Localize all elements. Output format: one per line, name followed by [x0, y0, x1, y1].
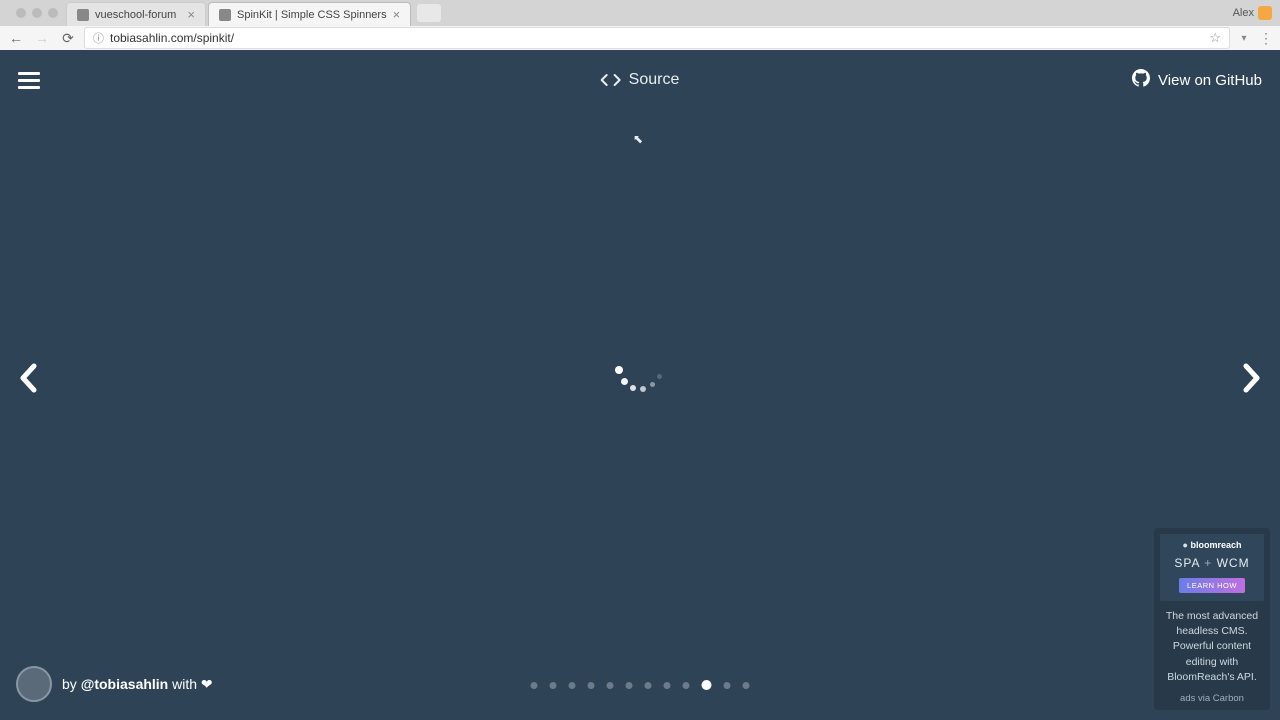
url-input[interactable]: ⓘ tobiasahlin.com/spinkit/ ☆ — [84, 27, 1230, 49]
address-bar: ← → ⟳ ⓘ tobiasahlin.com/spinkit/ ☆ ▾ ⋮ — [0, 26, 1280, 50]
browser-tab[interactable]: SpinKit | Simple CSS Spinners × — [208, 2, 411, 26]
pagination-dot[interactable] — [743, 682, 750, 689]
prev-button[interactable] — [18, 363, 40, 393]
close-tab-icon[interactable]: × — [393, 8, 401, 21]
author-avatar[interactable] — [16, 666, 52, 702]
hamburger-icon — [18, 79, 40, 82]
pagination-dot[interactable] — [569, 682, 576, 689]
github-icon — [1132, 69, 1150, 91]
carbon-ad[interactable]: ● bloomreach SPA + WCM LEARN HOW The mos… — [1154, 528, 1270, 710]
github-link[interactable]: View on GitHub — [1132, 69, 1262, 91]
hamburger-icon — [18, 86, 40, 89]
circle-fade-spinner-icon — [615, 360, 665, 410]
new-tab-button[interactable] — [417, 4, 441, 22]
chevron-left-icon — [18, 363, 40, 393]
pagination-dot[interactable] — [724, 682, 731, 689]
attribution-suffix: with ❤ — [168, 676, 212, 692]
pagination-dot[interactable] — [626, 682, 633, 689]
tab-title: SpinKit | Simple CSS Spinners — [237, 9, 387, 21]
menu-button[interactable] — [18, 72, 40, 89]
window-traffic-lights[interactable] — [8, 0, 66, 26]
pagination-dot[interactable] — [702, 680, 712, 690]
page-content: Source View on GitHub ⬉ — [0, 50, 1280, 720]
pagination-dot[interactable] — [683, 682, 690, 689]
hamburger-icon — [18, 72, 40, 75]
attribution-prefix: by — [62, 676, 81, 692]
ad-cta-button[interactable]: LEARN HOW — [1179, 578, 1245, 593]
tab-title: vueschool-forum — [95, 9, 176, 21]
pagination-dot[interactable] — [607, 682, 614, 689]
ad-banner: ● bloomreach SPA + WCM LEARN HOW — [1160, 534, 1264, 601]
page-header: Source View on GitHub — [0, 50, 1280, 110]
next-button[interactable] — [1240, 363, 1262, 393]
source-link[interactable]: Source — [601, 71, 680, 89]
ad-title: SPA + WCM — [1164, 556, 1260, 570]
site-info-icon[interactable]: ⓘ — [93, 30, 104, 46]
pagination-dot[interactable] — [664, 682, 671, 689]
back-button[interactable]: ← — [6, 28, 26, 48]
author-handle[interactable]: @tobiasahlin — [81, 676, 169, 692]
bookmark-star-icon[interactable]: ☆ — [1209, 30, 1221, 46]
profile-badge[interactable]: Alex — [1233, 6, 1272, 20]
pagination-dot[interactable] — [645, 682, 652, 689]
source-label: Source — [629, 71, 680, 89]
pagination-dot[interactable] — [550, 682, 557, 689]
maximize-window-icon[interactable] — [48, 8, 58, 18]
close-window-icon[interactable] — [16, 8, 26, 18]
avatar-icon — [1258, 6, 1272, 20]
pagination-dot[interactable] — [531, 682, 538, 689]
close-tab-icon[interactable]: × — [187, 8, 195, 21]
ad-via-link[interactable]: ads via Carbon — [1160, 693, 1264, 704]
minimize-window-icon[interactable] — [32, 8, 42, 18]
code-icon — [601, 73, 621, 87]
favicon-icon — [77, 9, 89, 21]
chevron-right-icon — [1240, 363, 1262, 393]
spinner-demo — [615, 360, 665, 410]
browser-menu-icon[interactable]: ⋮ — [1258, 30, 1274, 47]
browser-tab[interactable]: vueschool-forum × — [66, 2, 206, 26]
github-label: View on GitHub — [1158, 72, 1262, 89]
browser-chrome: vueschool-forum × SpinKit | Simple CSS S… — [0, 0, 1280, 50]
attribution-text: by @tobiasahlin with ❤ — [62, 676, 213, 693]
url-text: tobiasahlin.com/spinkit/ — [110, 31, 234, 45]
forward-button[interactable]: → — [32, 28, 52, 48]
extensions-dropdown-icon[interactable]: ▾ — [1236, 33, 1252, 44]
pagination-dot[interactable] — [588, 682, 595, 689]
profile-name: Alex — [1233, 7, 1254, 19]
attribution: by @tobiasahlin with ❤ — [16, 666, 213, 702]
ad-logo: ● bloomreach — [1164, 540, 1260, 550]
cursor-icon: ⬉ — [633, 132, 643, 146]
pagination-dots — [531, 682, 750, 691]
tab-bar: vueschool-forum × SpinKit | Simple CSS S… — [0, 0, 1280, 26]
ad-copy: The most advanced headless CMS. Powerful… — [1160, 609, 1264, 685]
favicon-icon — [219, 9, 231, 21]
reload-button[interactable]: ⟳ — [58, 28, 78, 48]
